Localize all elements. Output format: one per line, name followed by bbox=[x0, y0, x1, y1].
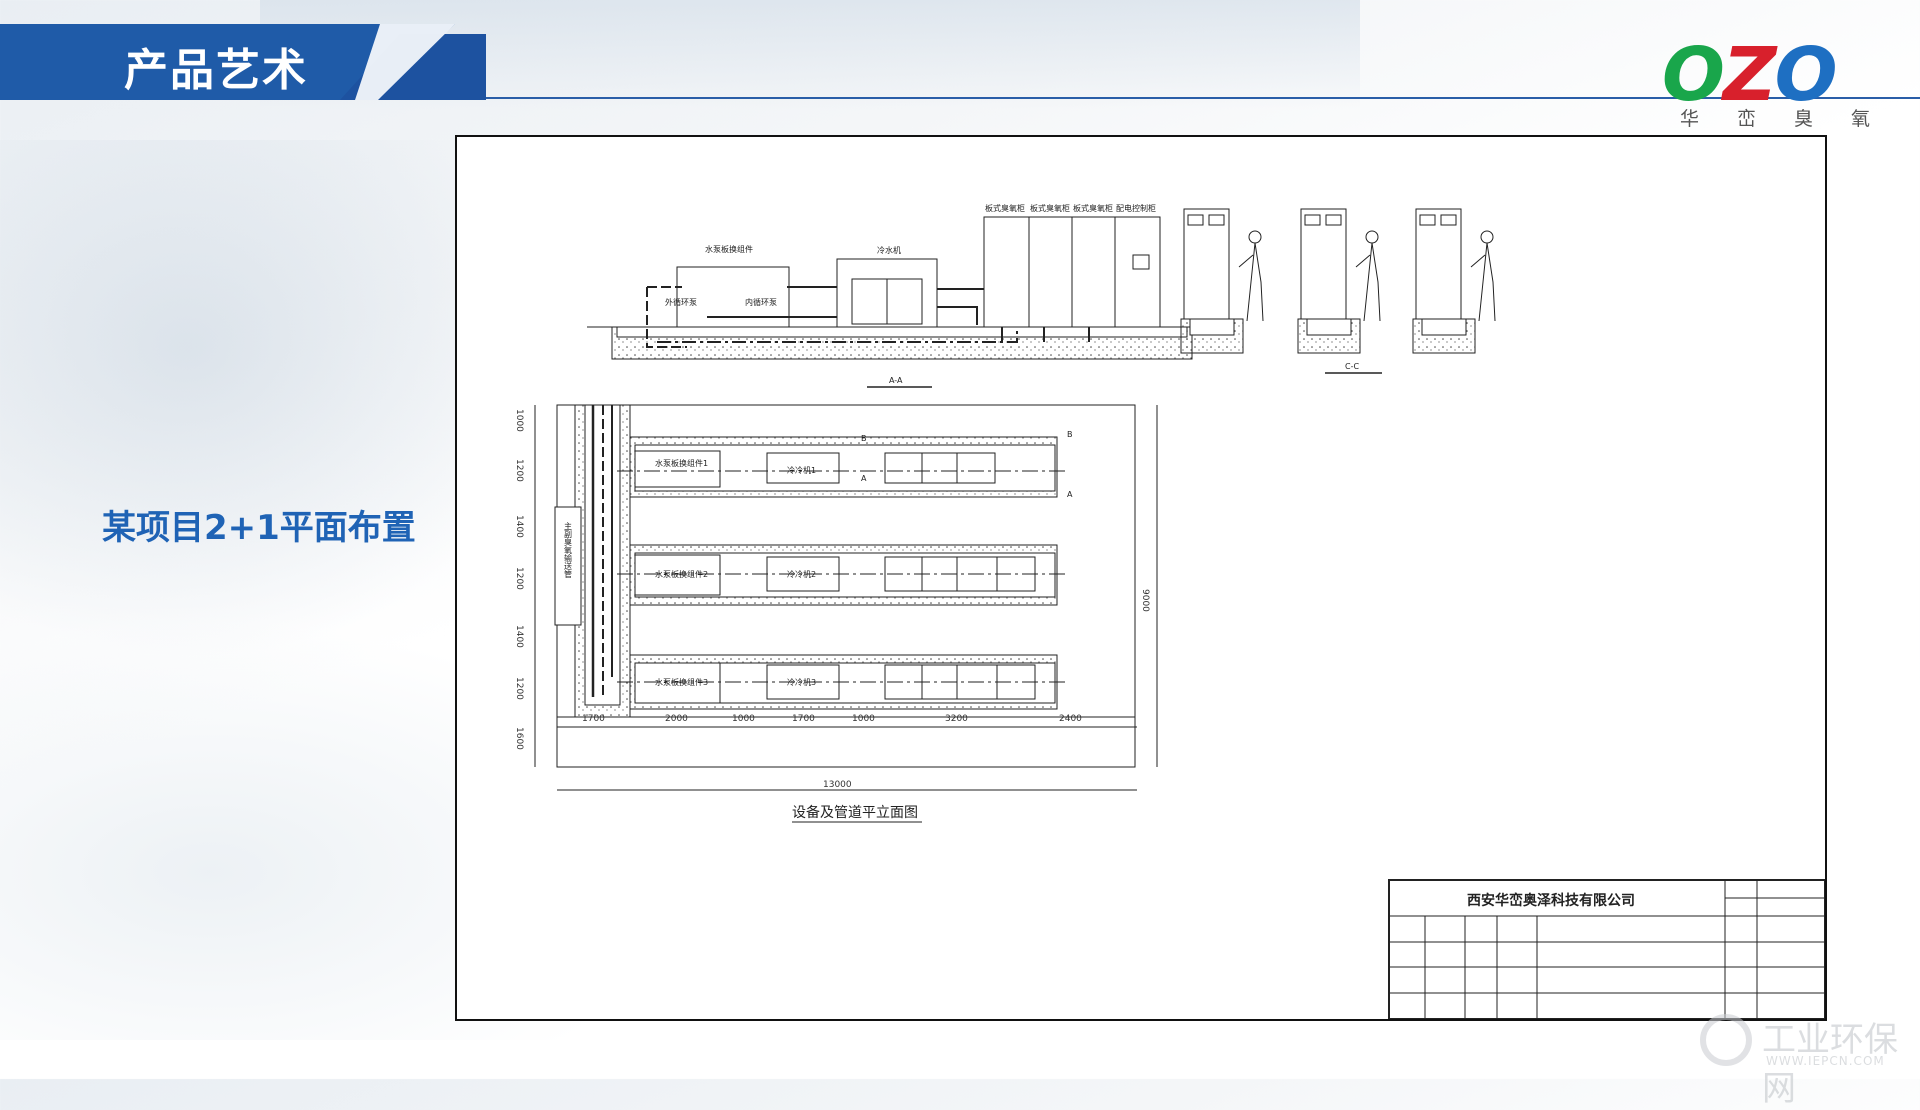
ozo-logo: OZO 华 峦 臭 氧 bbox=[1662, 38, 1882, 131]
logo-subtitle-char: 华 bbox=[1680, 108, 1700, 130]
dimension-label: 1000 bbox=[514, 409, 524, 432]
page-title: 产品艺术 bbox=[124, 45, 308, 96]
dimension-label: 1400 bbox=[514, 515, 524, 538]
logo-subtitle-char: 氧 bbox=[1850, 108, 1870, 130]
logo-subtitle-char: 臭 bbox=[1793, 108, 1813, 130]
section-mark: B bbox=[1067, 430, 1073, 439]
chiller-label: 冷冷机2 bbox=[787, 569, 816, 579]
section-mark: A bbox=[1067, 490, 1073, 499]
dimension-label: 3200 bbox=[945, 714, 968, 724]
side-pipe-label: 主副臭氧输送管 bbox=[564, 521, 573, 579]
aa-label: 外循环泵 bbox=[665, 297, 697, 307]
dimension-label: 1200 bbox=[514, 567, 524, 590]
aa-label: 板式臭氧柜 bbox=[985, 203, 1025, 213]
aa-label: 冷水机 bbox=[877, 245, 901, 255]
drawing-canvas: 水泵板换组件 外循环泵 内循环泵 冷水机 板式臭氧柜 板式臭氧柜 板式臭氧柜 配… bbox=[514, 203, 1826, 1020]
cc-unit bbox=[1297, 208, 1381, 354]
module-label: 水泵板换组件1 bbox=[655, 458, 708, 468]
module-label: 水泵板换组件2 bbox=[655, 569, 708, 579]
plan-view bbox=[534, 404, 1158, 791]
plan-caption: 设备及管道平立面图 bbox=[792, 804, 918, 821]
dimension-label: 1200 bbox=[514, 459, 524, 482]
watermark-logo-icon bbox=[1700, 1014, 1752, 1066]
section-cc bbox=[1180, 208, 1496, 374]
dimension-label: 2400 bbox=[1059, 714, 1082, 724]
aa-label: 内循环泵 bbox=[745, 297, 777, 307]
company-name: 西安华峦奥泽科技有限公司 bbox=[1467, 892, 1635, 909]
dimension-label: 1700 bbox=[792, 714, 815, 724]
cc-caption: C-C bbox=[1345, 362, 1359, 371]
dimension-label: 1200 bbox=[514, 677, 524, 700]
dimension-label: 1000 bbox=[852, 714, 875, 724]
aa-label: 板式臭氧柜 bbox=[1073, 203, 1113, 213]
chiller-label: 冷冷机1 bbox=[787, 465, 816, 475]
aa-caption: A-A bbox=[889, 376, 903, 385]
aa-label: 板式臭氧柜 bbox=[1030, 203, 1070, 213]
aa-label: 配电控制柜 bbox=[1116, 203, 1156, 213]
logo-subtitle-char: 峦 bbox=[1736, 108, 1756, 130]
aa-label: 水泵板换组件 bbox=[705, 244, 753, 254]
logo-subtitle: 华 峦 臭 氧 bbox=[1680, 104, 1870, 131]
cc-unit bbox=[1180, 208, 1264, 354]
section-mark: A bbox=[861, 474, 867, 483]
dimension-label: 1700 bbox=[582, 714, 605, 724]
module-label: 水泵板换组件3 bbox=[655, 677, 708, 687]
watermark: 工业环保网 WWW.IEPCN.COM bbox=[1700, 1012, 1915, 1109]
dimension-label: 1400 bbox=[514, 625, 524, 648]
cc-unit bbox=[1412, 208, 1496, 354]
dimension-total: 13000 bbox=[823, 780, 852, 790]
dimension-label: 1000 bbox=[732, 714, 755, 724]
dimension-label: 2000 bbox=[665, 714, 688, 724]
section-label: 某项目2+1平面布置 bbox=[102, 508, 416, 548]
engineering-drawing: 水泵板换组件 外循环泵 内循环泵 冷水机 板式臭氧柜 板式臭氧柜 板式臭氧柜 配… bbox=[455, 135, 1827, 1021]
chiller-label: 冷冷机3 bbox=[787, 677, 816, 687]
section-mark: B bbox=[861, 434, 867, 443]
dimension-label: 1600 bbox=[514, 727, 524, 750]
dimension-right: 9000 bbox=[1140, 589, 1150, 612]
watermark-url: WWW.IEPCN.COM bbox=[1766, 1054, 1885, 1068]
